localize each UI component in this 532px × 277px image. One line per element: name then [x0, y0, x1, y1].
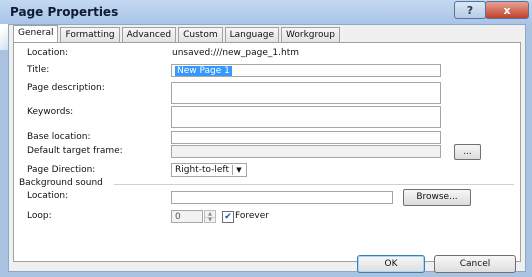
location-label: Location:	[27, 48, 69, 58]
loop-value: 0	[175, 212, 181, 222]
forever-label: Forever	[235, 211, 269, 221]
forever-checkbox[interactable]: ✔	[222, 211, 234, 223]
cancel-button[interactable]: Cancel	[434, 255, 516, 273]
title-label: Title:	[27, 65, 50, 75]
general-tab-panel: Location: unsaved:///new_page_1.htm Titl…	[13, 42, 521, 262]
tab-custom[interactable]: Custom	[178, 27, 223, 42]
base-location-label: Base location:	[27, 132, 91, 142]
sound-location-input[interactable]	[171, 191, 393, 204]
tab-language[interactable]: Language	[224, 27, 280, 42]
loop-spinner[interactable]: ▲ ▼	[204, 210, 216, 223]
base-location-input[interactable]	[171, 131, 441, 144]
tab-workgroup[interactable]: Workgroup	[281, 27, 340, 42]
tab-strip: General Formatting Advanced Custom Langu…	[13, 25, 342, 43]
help-icon: ?	[466, 3, 474, 17]
keywords-label: Keywords:	[27, 107, 74, 117]
spinner-down-icon: ▼	[208, 217, 212, 223]
tab-formatting[interactable]: Formatting	[60, 27, 120, 42]
group-divider	[114, 184, 514, 185]
title-bar: Page Properties ? x	[0, 0, 532, 24]
title-input-value: New Page 1	[175, 66, 232, 76]
target-frame-picker-button[interactable]: ...	[454, 144, 481, 160]
dialog-body: General Formatting Advanced Custom Langu…	[8, 24, 526, 272]
default-target-frame-label: Default target frame:	[27, 146, 123, 156]
help-button[interactable]: ?	[454, 1, 486, 19]
page-direction-value: Right-to-left	[175, 165, 229, 175]
sound-location-label: Location:	[27, 191, 69, 201]
background-sound-group-label: Background sound	[19, 178, 103, 188]
chevron-down-icon: ▼	[232, 165, 245, 175]
page-direction-select[interactable]: Right-to-left ▼	[171, 163, 247, 177]
pencil-icon: ...	[463, 147, 472, 157]
location-value: unsaved:///new_page_1.htm	[172, 48, 299, 58]
page-direction-label: Page Direction:	[27, 165, 96, 175]
page-description-input[interactable]	[171, 82, 441, 104]
page-description-label: Page description:	[27, 83, 105, 93]
close-icon: x	[503, 3, 511, 17]
close-button[interactable]: x	[485, 1, 529, 19]
ok-button[interactable]: OK	[357, 255, 425, 273]
tab-general[interactable]: General	[13, 25, 59, 42]
title-input[interactable]: New Page 1	[171, 64, 441, 77]
browse-button[interactable]: Browse...	[403, 189, 471, 206]
loop-input: 0	[171, 210, 203, 223]
window-title: Page Properties	[10, 5, 119, 19]
keywords-input[interactable]	[171, 106, 441, 128]
loop-label: Loop:	[27, 211, 52, 221]
page-properties-dialog: Page Properties ? x General Formatting A…	[0, 0, 532, 277]
tab-advanced[interactable]: Advanced	[121, 27, 177, 42]
default-target-frame-input	[171, 145, 441, 158]
